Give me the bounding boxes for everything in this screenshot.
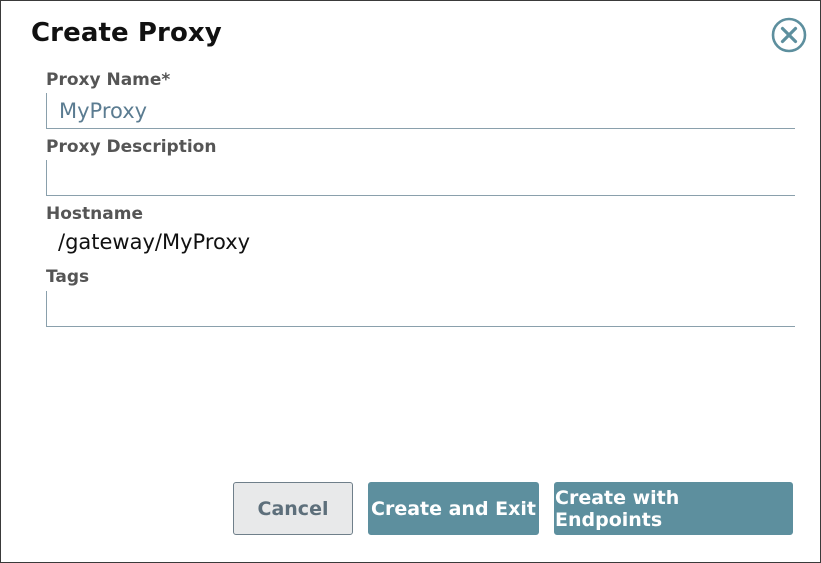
hostname-value: /gateway/MyProxy: [58, 230, 251, 254]
create-proxy-dialog: Create Proxy Proxy Name* Proxy Descripti…: [0, 0, 821, 563]
hostname-label: Hostname: [46, 204, 143, 224]
close-icon: [771, 17, 807, 53]
cancel-button[interactable]: Cancel: [233, 482, 353, 535]
proxy-description-field-wrapper: [46, 160, 795, 196]
create-with-endpoints-button[interactable]: Create with Endpoints: [554, 482, 793, 535]
tags-field-wrapper: [46, 291, 795, 327]
dialog-title: Create Proxy: [31, 18, 222, 48]
proxy-description-input[interactable]: [59, 165, 795, 190]
proxy-name-field-wrapper: [46, 93, 795, 129]
proxy-name-input[interactable]: [59, 98, 795, 123]
proxy-description-label: Proxy Description: [46, 137, 217, 157]
tags-label: Tags: [46, 267, 90, 287]
proxy-name-label: Proxy Name*: [46, 70, 171, 90]
create-and-exit-button[interactable]: Create and Exit: [368, 482, 539, 535]
close-button[interactable]: [771, 17, 807, 53]
tags-input[interactable]: [59, 296, 795, 321]
